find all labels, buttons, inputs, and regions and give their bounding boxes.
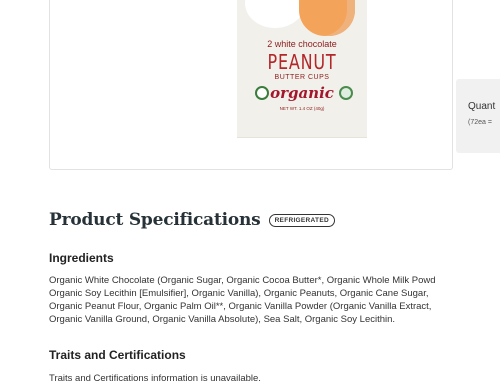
refrigerated-badge: REFRIGERATED [268,213,335,227]
package-net-weight: NET WT. 1.4 OZ (40g) [279,106,325,111]
quantity-unit-info: (72ea = [468,119,492,126]
peanut-cup-graphic [299,0,355,36]
traits-text: Traits and Certifications information is… [49,373,261,384]
product-package-image: 2 white chocolate PEANUT BUTTER CUPS org… [237,0,367,138]
ingredients-text: Organic White Chocolate (Organic Sugar, … [49,274,436,326]
ingredients-heading: Ingredients [49,251,114,265]
ingredients-line: Organic White Chocolate (Organic Sugar, … [49,275,436,286]
quantity-label: Quant [468,101,496,112]
ingredients-line: Organic Soy Lecithin [Emulsifier], Organ… [49,288,429,299]
package-line1: 2 white chocolate [267,39,337,49]
traits-heading: Traits and Certifications [49,348,186,362]
specifications-header: Product Specifications REFRIGERATED [49,210,335,230]
white-cup-graphic [245,0,305,28]
page-title: Product Specifications [49,210,261,230]
package-title: PEANUT [267,50,337,74]
package-subtitle: BUTTER CUPS [274,74,330,81]
ingredients-line: Organic Vanilla Ground, Organic Vanilla … [49,314,396,325]
rainforest-seal-icon [339,86,353,100]
quantity-panel[interactable]: Quant (72ea = [456,79,500,153]
product-image-card: 2 white chocolate PEANUT BUTTER CUPS org… [49,0,453,170]
ingredients-line: Organic Peanut Flour, Organic Palm Oil**… [49,301,432,312]
